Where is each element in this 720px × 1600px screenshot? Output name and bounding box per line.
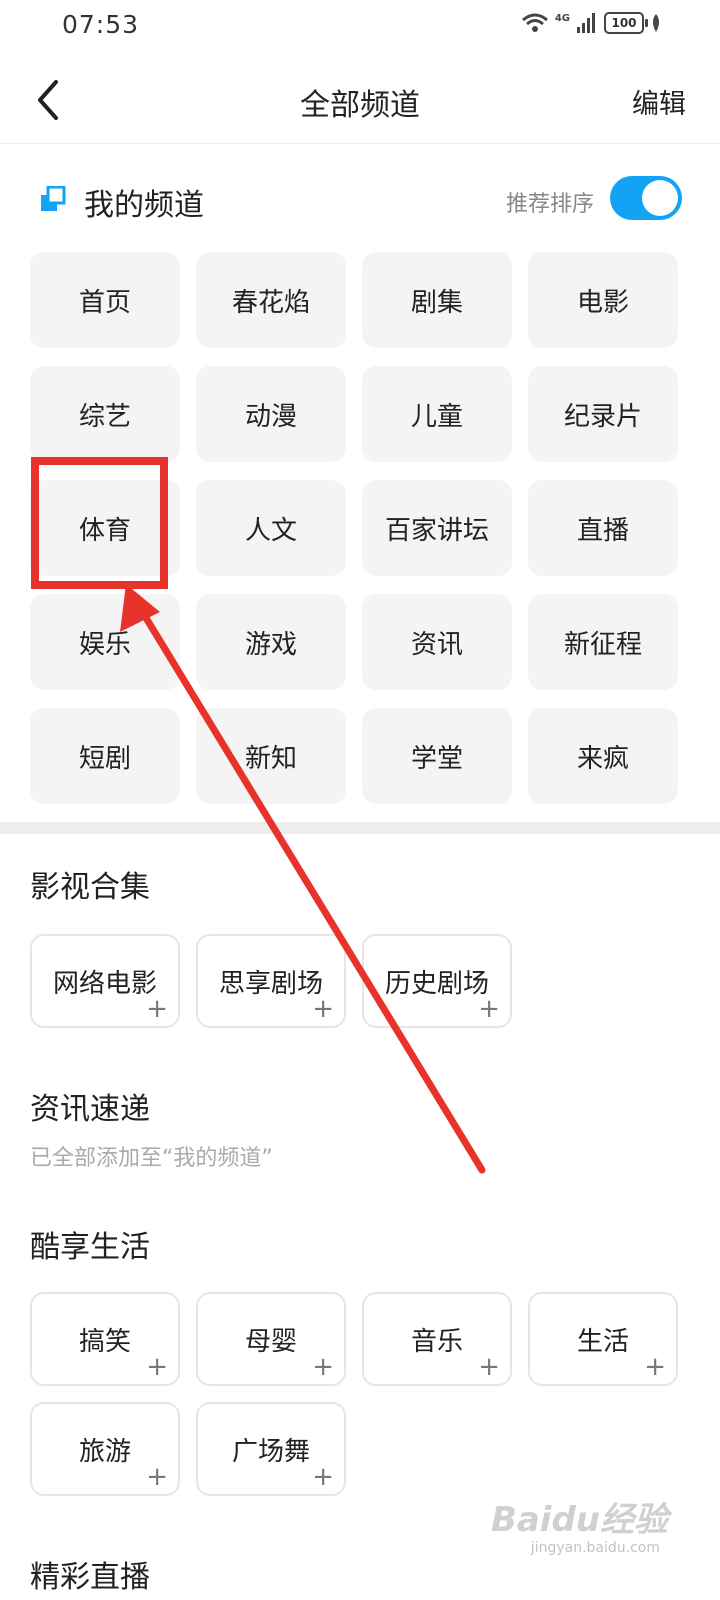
- channel-tile[interactable]: 动漫: [196, 366, 346, 462]
- battery-level: 100: [611, 16, 637, 30]
- section-subtitle: 已全部添加至“我的频道”: [30, 1146, 273, 1171]
- battery-icon: 100: [604, 12, 648, 34]
- plus-icon: +: [478, 1352, 500, 1382]
- channel-label: 母婴: [244, 1326, 297, 1357]
- my-channels-grid: 首页 春花焰 剧集 电影 综艺 动漫 儿童 纪录片 体育 人文 百家讲坛 直播 …: [30, 252, 678, 804]
- channel-tile[interactable]: 人文: [196, 480, 346, 576]
- status-time: 07:53: [62, 10, 140, 39]
- sort-label: 推荐排序: [505, 192, 594, 217]
- channel-tile[interactable]: 剧集: [362, 252, 512, 348]
- channel-label: 旅游: [78, 1436, 131, 1467]
- channel-label: 生活: [576, 1326, 629, 1357]
- channel-label: 思享剧场: [218, 968, 323, 999]
- wifi-icon: [521, 13, 548, 32]
- status-bar: 07:53 4G 100: [0, 0, 720, 56]
- network-type: 4G: [554, 12, 570, 24]
- nav-bar: 全部频道 编辑: [0, 56, 720, 144]
- page-title: 全部频道: [300, 88, 420, 123]
- channel-tile-sports[interactable]: 体育: [30, 480, 180, 576]
- channel-label: 网络电影: [52, 968, 157, 999]
- channel-tile[interactable]: 直播: [528, 480, 678, 576]
- channel-tile[interactable]: 儿童: [362, 366, 512, 462]
- watermark-logo: Baidu经验: [490, 1500, 668, 1540]
- my-channels-title: 我的频道: [84, 188, 204, 223]
- channel-tile[interactable]: 电影: [528, 252, 678, 348]
- plus-icon: +: [312, 994, 334, 1024]
- section-title: 影视合集: [30, 870, 150, 905]
- add-channel-tile[interactable]: 搞笑 +: [30, 1292, 180, 1386]
- channel-label: 音乐: [410, 1326, 463, 1357]
- plus-icon: +: [312, 1352, 334, 1382]
- leaf-icon: [653, 14, 659, 32]
- plus-icon: +: [146, 1462, 168, 1492]
- my-channels-header: 我的频道 推荐排序: [0, 168, 720, 238]
- status-icons: 4G 100: [521, 12, 662, 34]
- channel-label: 搞笑: [78, 1326, 131, 1357]
- channel-icon: [41, 186, 66, 211]
- channel-tile[interactable]: 游戏: [196, 594, 346, 690]
- channel-tile[interactable]: 首页: [30, 252, 180, 348]
- channel-tile[interactable]: 春花焰: [196, 252, 346, 348]
- add-channel-tile[interactable]: 音乐 +: [362, 1292, 512, 1386]
- channel-tile[interactable]: 综艺: [30, 366, 180, 462]
- add-channel-tile[interactable]: 母婴 +: [196, 1292, 346, 1386]
- plus-icon: +: [644, 1352, 666, 1382]
- section-divider: [0, 822, 720, 834]
- plus-icon: +: [146, 994, 168, 1024]
- plus-icon: +: [146, 1352, 168, 1382]
- section-title: 精彩直播: [30, 1560, 150, 1595]
- watermark-url: jingyan.baidu.com: [530, 1540, 660, 1556]
- toggle-knob: [642, 180, 678, 216]
- add-channel-tile[interactable]: 网络电影 +: [30, 934, 180, 1028]
- add-channel-tile[interactable]: 旅游 +: [30, 1402, 180, 1496]
- plus-icon: +: [312, 1462, 334, 1492]
- channel-tile[interactable]: 新知: [196, 708, 346, 804]
- channel-label: 广场舞: [231, 1436, 310, 1467]
- channel-tile[interactable]: 纪录片: [528, 366, 678, 462]
- channel-tile[interactable]: 百家讲坛: [362, 480, 512, 576]
- film-collection-grid: 网络电影 + 思享剧场 + 历史剧场 +: [30, 934, 678, 1028]
- channel-tile[interactable]: 新征程: [528, 594, 678, 690]
- channel-tile[interactable]: 来疯: [528, 708, 678, 804]
- add-channel-tile[interactable]: 生活 +: [528, 1292, 678, 1386]
- channel-tile[interactable]: 学堂: [362, 708, 512, 804]
- section-title: 资讯速递: [30, 1092, 150, 1127]
- signal-icon: [577, 13, 595, 33]
- lifestyle-grid: 搞笑 + 母婴 + 音乐 + 生活 + 旅游 + 广场舞 +: [30, 1292, 678, 1496]
- section-title: 酷享生活: [30, 1230, 150, 1265]
- add-channel-tile[interactable]: 广场舞 +: [196, 1402, 346, 1496]
- edit-button[interactable]: 编辑: [632, 82, 686, 121]
- add-channel-tile[interactable]: 思享剧场 +: [196, 934, 346, 1028]
- channel-tile[interactable]: 短剧: [30, 708, 180, 804]
- channel-tile[interactable]: 资讯: [362, 594, 512, 690]
- plus-icon: +: [478, 994, 500, 1024]
- sort-toggle[interactable]: [610, 176, 682, 220]
- channel-label: 历史剧场: [384, 968, 489, 999]
- add-channel-tile[interactable]: 历史剧场 +: [362, 934, 512, 1028]
- channel-tile[interactable]: 娱乐: [30, 594, 180, 690]
